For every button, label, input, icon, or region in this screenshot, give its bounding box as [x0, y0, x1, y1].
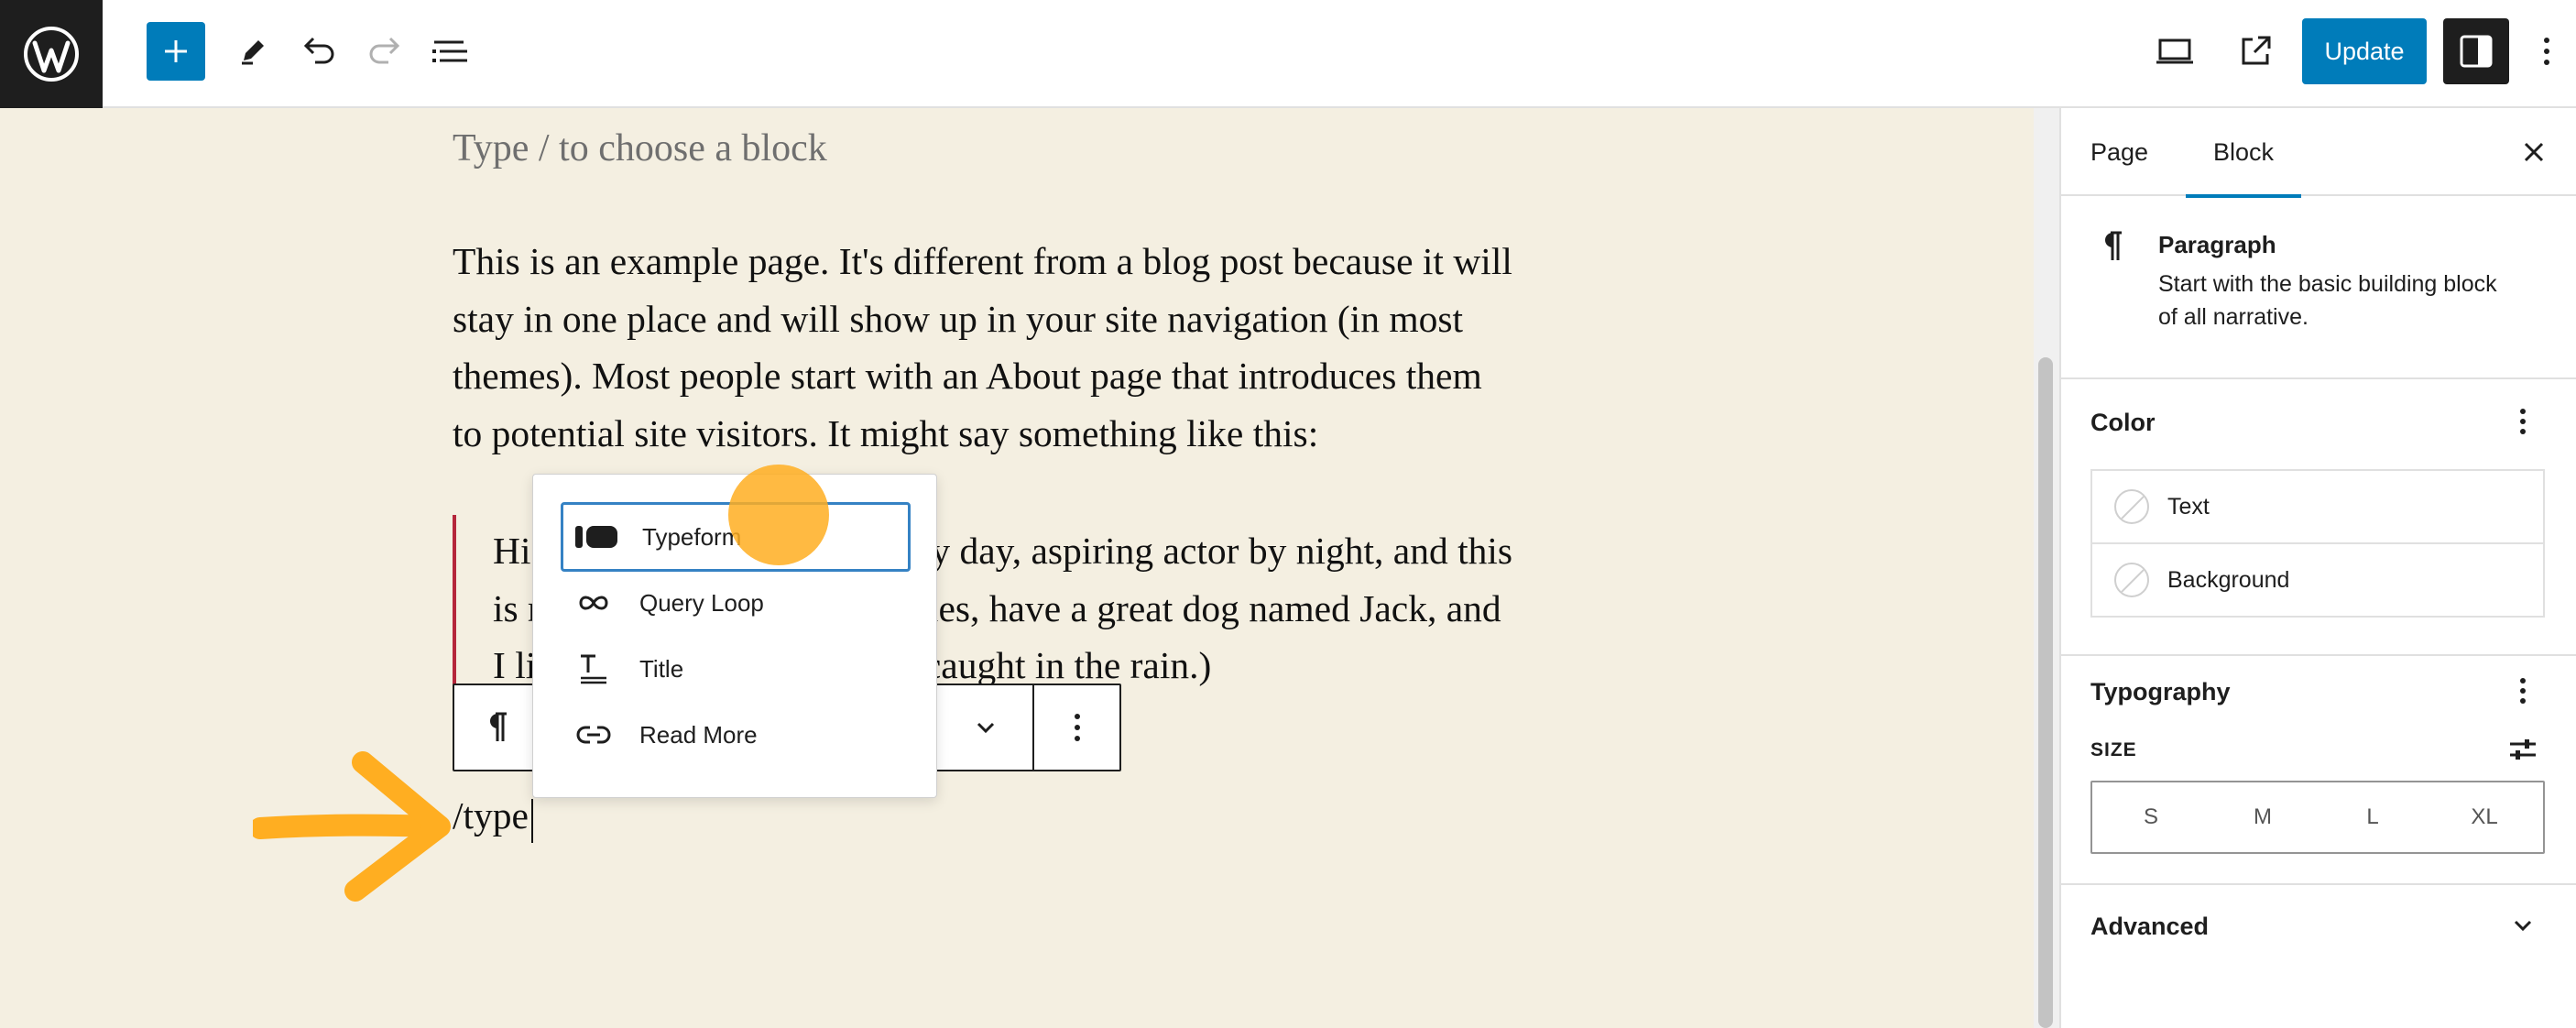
paragraph-line: This is an example page. It's different …	[453, 240, 1512, 282]
inserter-option-label: Read More	[639, 720, 758, 749]
undo-button[interactable]	[297, 29, 341, 73]
update-button[interactable]: Update	[2302, 18, 2427, 84]
close-icon	[2524, 142, 2544, 162]
color-panel-heading: Color	[2090, 409, 2156, 436]
custom-size-button[interactable]	[2505, 731, 2541, 768]
paragraph-line: stay in one place and will show up in yo…	[453, 297, 1464, 340]
color-text-option[interactable]: Text	[2090, 469, 2545, 544]
chevron-down-icon	[977, 722, 995, 734]
paragraph-block[interactable]: This is an example page. It's different …	[453, 233, 1588, 462]
preview-button[interactable]	[2153, 29, 2197, 73]
settings-toggle-button[interactable]	[2443, 18, 2509, 84]
typeform-icon	[575, 526, 617, 548]
settings-sliders-icon	[2510, 739, 2536, 760]
block-card-description-line: Start with the basic building block	[2158, 271, 2497, 297]
read-more-link-icon	[576, 726, 611, 744]
color-option-label: Background	[2167, 566, 2290, 593]
sidebar-divider	[2061, 377, 2576, 379]
tab-page[interactable]: Page	[2090, 108, 2148, 196]
pencil-icon	[242, 40, 264, 65]
inserter-option-label: Query Loop	[639, 588, 764, 617]
undo-icon	[303, 37, 334, 64]
click-highlight-circle	[728, 465, 829, 565]
paragraph-icon	[2105, 231, 2122, 260]
tools-button[interactable]	[231, 29, 275, 73]
sidebar-divider	[2061, 654, 2576, 656]
title-icon	[581, 654, 606, 684]
font-size-option-s[interactable]: S	[2096, 782, 2206, 852]
sidebar-settings-icon	[2460, 35, 2493, 68]
advanced-toggle-button[interactable]	[2505, 907, 2541, 944]
paragraph-line: themes). Most people start with an About…	[453, 355, 1482, 397]
font-size-option-xl[interactable]: XL	[2429, 782, 2539, 852]
inserter-option-read-more[interactable]: Read More	[561, 700, 911, 770]
advanced-panel-heading[interactable]: Advanced	[2090, 913, 2209, 941]
color-option-label: Text	[2167, 493, 2210, 519]
block-card-title: Paragraph	[2158, 231, 2276, 258]
block-card-description: Start with the basic building block of a…	[2158, 268, 2497, 334]
sidebar-tabs: Page Block	[2061, 108, 2576, 198]
list-view-icon	[432, 40, 467, 62]
options-menu-button[interactable]	[2530, 29, 2563, 73]
slash-command-text[interactable]: /type	[453, 793, 529, 837]
redo-button[interactable]	[363, 29, 407, 73]
block-type-button[interactable]	[454, 685, 539, 770]
more-vertical-icon	[2520, 409, 2526, 434]
block-card-description-line: of all narrative.	[2158, 304, 2309, 330]
redo-icon	[369, 37, 400, 64]
font-size-option-l[interactable]: L	[2318, 782, 2428, 852]
color-background-option[interactable]: Background	[2090, 542, 2545, 618]
inserter-option-query-loop[interactable]: Query Loop	[561, 568, 911, 638]
canvas-scrollbar-thumb[interactable]	[2038, 357, 2053, 1028]
no-color-swatch-icon	[2114, 489, 2149, 524]
inserter-option-label: Title	[639, 654, 684, 683]
block-options-button[interactable]	[1034, 685, 1119, 770]
paragraph-icon	[490, 712, 507, 741]
font-size-label: SIZE	[2090, 739, 2137, 760]
no-color-swatch-icon	[2114, 563, 2149, 597]
paragraph-line: to potential site visitors. It might say…	[453, 411, 1319, 454]
font-size-option-m[interactable]: M	[2208, 782, 2318, 852]
font-size-picker: S M L XL	[2090, 781, 2545, 854]
more-rich-text-button[interactable]	[940, 685, 1031, 770]
typography-panel-heading: Typography	[2090, 678, 2231, 705]
tab-block[interactable]: Block	[2186, 108, 2302, 198]
annotation-arrow-icon	[253, 751, 451, 902]
color-options-button[interactable]	[2505, 403, 2541, 440]
empty-block-placeholder[interactable]: Type / to choose a block	[453, 126, 827, 170]
wordpress-logo-icon[interactable]	[0, 0, 103, 108]
add-block-button[interactable]	[147, 22, 205, 81]
external-link-icon	[2242, 36, 2271, 65]
inserter-option-label: Typeform	[642, 522, 742, 551]
chevron-down-icon	[2514, 920, 2532, 932]
settings-sidebar: Page Block Paragraph Start with the basi…	[2059, 108, 2576, 1028]
quote-border	[453, 515, 456, 685]
more-vertical-icon	[2520, 678, 2526, 704]
text-caret	[531, 799, 533, 843]
tab-block-label: Block	[2213, 137, 2275, 166]
sidebar-divider	[2061, 883, 2576, 885]
more-vertical-icon	[1074, 714, 1080, 741]
desktop-preview-icon	[2156, 38, 2193, 64]
typography-options-button[interactable]	[2505, 673, 2541, 709]
view-page-button[interactable]	[2233, 29, 2277, 73]
close-sidebar-button[interactable]	[2510, 128, 2558, 176]
more-vertical-icon	[2544, 38, 2549, 65]
inserter-option-title[interactable]: Title	[561, 634, 911, 704]
list-view-button[interactable]	[427, 29, 475, 73]
query-loop-icon	[579, 596, 608, 610]
editor-top-toolbar: Update	[0, 0, 2576, 108]
plus-icon	[165, 40, 187, 62]
